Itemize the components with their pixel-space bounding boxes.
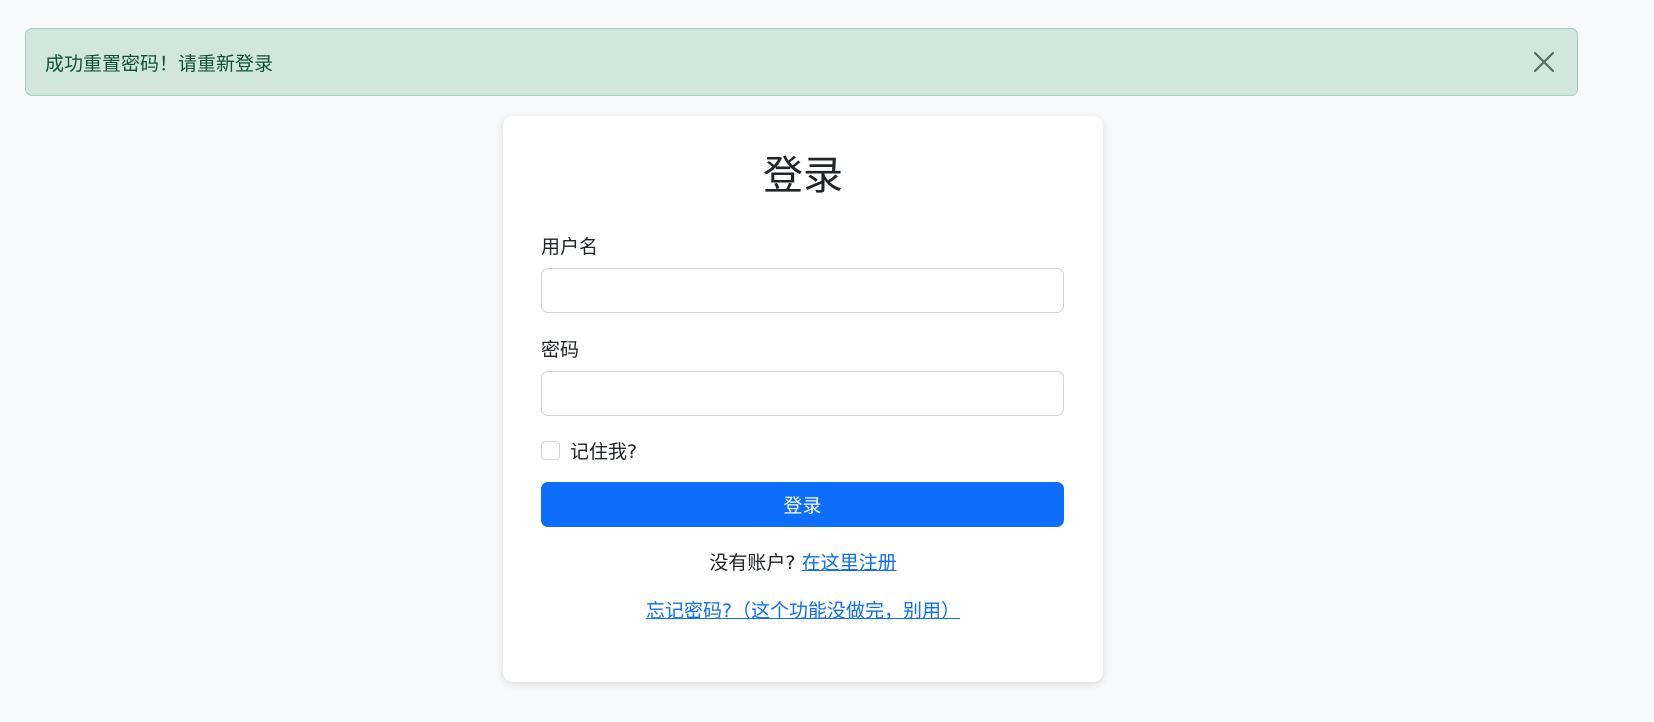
register-link[interactable]: 在这里注册 bbox=[802, 552, 897, 574]
forgot-password-row: 忘记密码?（这个功能没做完，别用） bbox=[503, 596, 1103, 623]
login-button[interactable]: 登录 bbox=[541, 482, 1064, 527]
password-input[interactable] bbox=[541, 371, 1064, 416]
close-icon[interactable] bbox=[1529, 47, 1559, 77]
remember-me-label[interactable]: 记住我? bbox=[570, 437, 637, 464]
no-account-text: 没有账户? bbox=[709, 552, 796, 574]
register-prompt: 没有账户? 在这里注册 bbox=[503, 548, 1103, 575]
remember-me-row: 记住我? bbox=[541, 437, 637, 464]
alert-message: 成功重置密码！请重新登录 bbox=[45, 52, 274, 75]
password-label: 密码 bbox=[541, 339, 580, 361]
success-alert: 成功重置密码！请重新登录 bbox=[25, 28, 1578, 96]
username-input[interactable] bbox=[541, 268, 1064, 313]
forgot-password-link[interactable]: 忘记密码?（这个功能没做完，别用） bbox=[646, 600, 960, 622]
remember-me-checkbox[interactable] bbox=[541, 441, 560, 460]
login-card: 登录 用户名 密码 记住我? 登录 没有账户? 在这里注册 忘记密码?（这个功能… bbox=[503, 116, 1103, 682]
username-label: 用户名 bbox=[541, 236, 599, 258]
page-title: 登录 bbox=[763, 153, 843, 199]
